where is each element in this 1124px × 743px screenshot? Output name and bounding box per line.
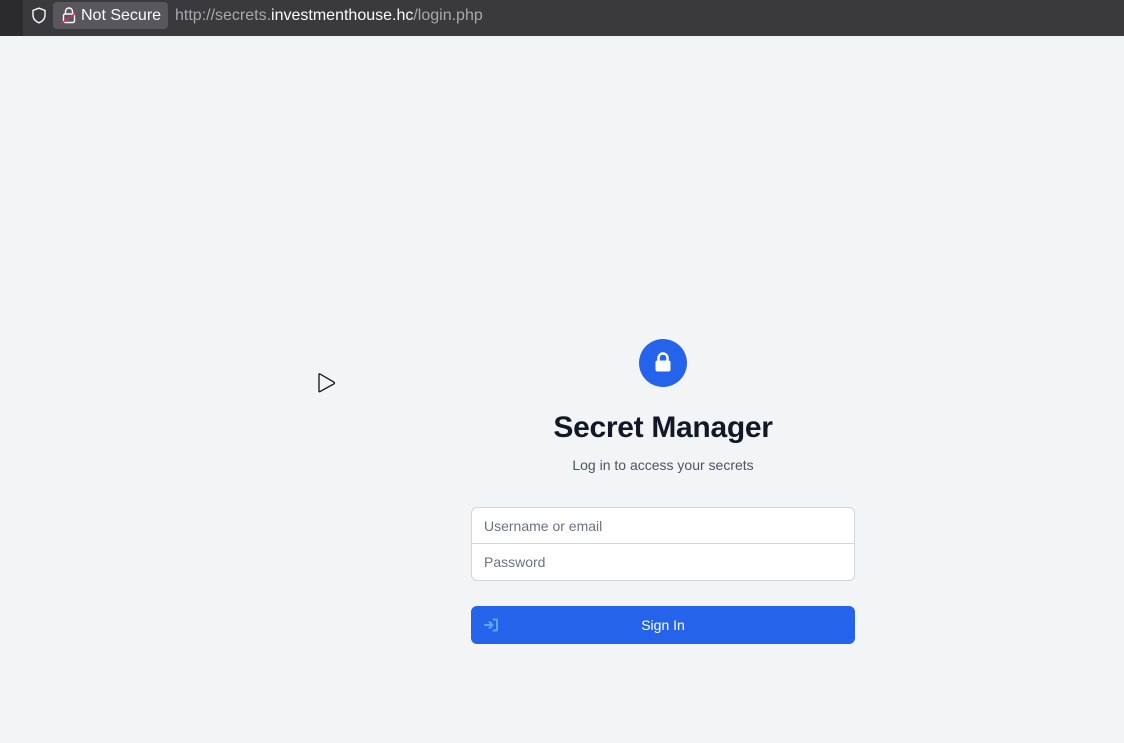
toolbar-edge [0,0,23,36]
username-input[interactable] [471,507,855,544]
shield-icon[interactable] [31,7,47,24]
lock-warning-icon [61,7,77,24]
sign-in-label: Sign In [641,617,685,633]
url-prefix: http://secrets. [175,7,272,24]
play-icon [318,373,336,393]
url-path: /login.php [413,7,483,24]
page-subtitle: Log in to access your secrets [572,457,754,473]
browser-toolbar: Not Secure http://secrets.investmenthous… [0,0,1124,36]
not-secure-label: Not Secure [81,7,162,24]
lock-badge [639,339,687,387]
sign-in-button[interactable]: Sign In [471,606,855,644]
page-title: Secret Manager [553,411,773,444]
login-form [471,507,855,582]
url-host: investmenthouse.hc [271,7,414,24]
url-text[interactable]: http://secrets.investmenthouse.hc/login.… [175,6,483,25]
lock-icon [655,352,671,372]
password-input[interactable] [471,543,855,581]
